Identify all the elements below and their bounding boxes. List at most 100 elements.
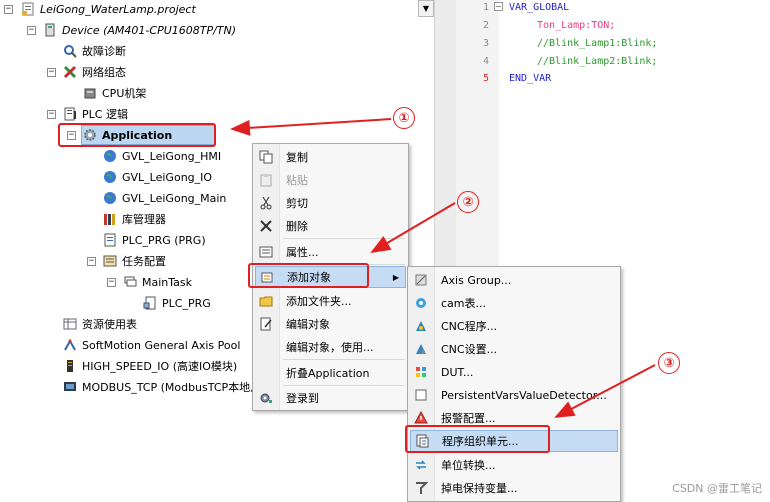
tree-item-modbus[interactable]: MODBUS_TCP (ModbusTCP本地从站) <box>62 378 276 396</box>
project-dropdown-button[interactable]: ▼ <box>418 0 434 17</box>
code-line: //Blink_Lamp1:Blink; <box>537 38 658 49</box>
annotation-number-2: ② <box>457 191 479 213</box>
tree-item-softmotion[interactable]: SoftMotion General Axis Pool <box>62 336 240 354</box>
collapse-toggle[interactable]: − <box>107 278 116 287</box>
tree-item-label: PLC_PRG (PRG) <box>122 233 206 247</box>
menu-item-collapse-application[interactable]: 折叠Application <box>255 362 369 384</box>
cnc-program-icon <box>410 315 432 337</box>
menu-item-label: 剪切 <box>286 197 308 210</box>
tree-item-gvl-hmi[interactable]: GVL_LeiGong_HMI <box>102 147 221 165</box>
line-number: 4 <box>482 56 489 67</box>
menu-item-properties[interactable]: 属性... <box>255 241 319 263</box>
tree-item-device[interactable]: Device (AM401-CPU1608TP/TN) <box>42 21 236 39</box>
tree-item-label: PLC 逻辑 <box>82 108 128 121</box>
collapse-toggle[interactable]: − <box>87 257 96 266</box>
line-number: 1 <box>482 2 489 13</box>
menu-item-unit-convert[interactable]: 单位转换... <box>410 454 496 476</box>
menu-item-cam-table[interactable]: cam表... <box>410 292 486 314</box>
menu-item-label: CNC程序... <box>441 320 498 333</box>
menu-item-cut[interactable]: 剪切 <box>255 192 308 214</box>
persistent-icon <box>410 384 432 406</box>
tree-item-label: 网络组态 <box>82 66 126 79</box>
menu-item-label: 编辑对象，使用... <box>286 341 374 354</box>
tree-item-main-task[interactable]: MainTask <box>122 273 192 291</box>
menu-item-paste[interactable]: 粘贴 <box>255 169 308 191</box>
collapse-toggle[interactable]: − <box>47 110 56 119</box>
menu-item-cnc-settings[interactable]: CNC设置... <box>410 338 497 360</box>
tree-item-label: GVL_LeiGong_IO <box>122 170 213 184</box>
menu-item-add-folder[interactable]: 添加文件夹... <box>255 290 352 312</box>
folder-icon <box>255 290 277 312</box>
variable-type: TON <box>591 20 610 31</box>
menu-item-label: 复制 <box>286 151 308 164</box>
cpu-rack-icon <box>82 85 98 101</box>
tree-item-high-speed-io[interactable]: HIGH_SPEED_IO (高速IO模块) <box>62 357 237 375</box>
menu-item-label: 折叠Application <box>286 367 370 380</box>
io-module-icon <box>62 358 78 374</box>
menu-item-login[interactable]: 登录到 <box>255 387 319 409</box>
annotation-number-1: ① <box>393 107 415 129</box>
tree-item-label: SoftMotion General Axis Pool <box>82 338 241 352</box>
tree-item-network[interactable]: 网络组态 <box>62 63 126 81</box>
menu-item-label: cam表... <box>441 297 486 310</box>
library-books-icon <box>102 211 118 227</box>
tree-item-cpu-rack[interactable]: CPU机架 <box>82 84 146 102</box>
tree-item-label: MainTask <box>142 275 192 289</box>
menu-item-icon-spacer <box>255 362 277 384</box>
menu-item-label: CNC设置... <box>441 343 498 356</box>
tree-item-resource[interactable]: 资源使用表 <box>62 315 137 333</box>
menu-item-delete[interactable]: 删除 <box>255 215 308 237</box>
menu-separator <box>283 359 405 360</box>
line-number: 3 <box>482 38 489 49</box>
tree-item-project[interactable]: LeiGong_WaterLamp.project <box>20 0 196 18</box>
tree-item-label: GVL_LeiGong_Main <box>122 191 227 205</box>
stack-icon <box>122 274 138 290</box>
project-icon <box>20 1 36 17</box>
fold-toggle[interactable]: − <box>494 2 503 11</box>
globe-icon <box>102 148 118 164</box>
tree-item-diagnosis[interactable]: 故障诊断 <box>62 42 126 60</box>
tree-item-library[interactable]: 库管理器 <box>102 210 166 228</box>
menu-item-cnc-program[interactable]: CNC程序... <box>410 315 497 337</box>
menu-item-label: 掉电保持变量... <box>441 482 518 495</box>
menu-item-copy[interactable]: 复制 <box>255 146 308 168</box>
tree-item-gvl-io[interactable]: GVL_LeiGong_IO <box>102 168 212 186</box>
tree-item-label: 资源使用表 <box>82 318 137 331</box>
annotation-number-3: ③ <box>658 352 680 374</box>
menu-item-label: 添加文件夹... <box>286 295 352 308</box>
table-icon <box>62 316 78 332</box>
tree-item-task-config[interactable]: 任务配置 <box>102 252 166 270</box>
tree-item-plc-prg-task[interactable]: PLC_PRG <box>142 294 211 312</box>
tree-item-plc-logic[interactable]: PLC 逻辑 <box>62 105 128 123</box>
tree-item-label: 任务配置 <box>122 255 166 268</box>
menu-item-label: PersistentVarsValueDetector... <box>441 388 607 402</box>
annotation-box-application <box>58 123 216 147</box>
menu-item-retain-vars[interactable]: 掉电保持变量... <box>410 477 518 499</box>
tree-item-gvl-main[interactable]: GVL_LeiGong_Main <box>102 189 226 207</box>
edit-object-icon <box>255 313 277 335</box>
tree-item-label: 故障诊断 <box>82 45 126 58</box>
device-icon <box>42 22 58 38</box>
collapse-toggle[interactable]: − <box>47 68 56 77</box>
collapse-toggle[interactable]: − <box>27 26 36 35</box>
menu-item-edit-object-with[interactable]: 编辑对象，使用... <box>255 336 374 358</box>
menu-item-axis-group[interactable]: Axis Group... <box>410 269 511 291</box>
paste-icon <box>255 169 277 191</box>
unit-convert-icon <box>410 454 432 476</box>
menu-item-label: 单位转换... <box>441 459 496 472</box>
collapse-toggle[interactable]: − <box>4 5 13 14</box>
cut-icon <box>255 192 277 214</box>
menu-item-edit-object[interactable]: 编辑对象 <box>255 313 330 335</box>
properties-icon <box>255 241 277 263</box>
variable-name: Ton_Lamp <box>537 20 586 31</box>
tree-item-label: 库管理器 <box>122 213 166 226</box>
tree-item-plc-prg[interactable]: PLC_PRG (PRG) <box>102 231 206 249</box>
tree-item-label: MODBUS_TCP (ModbusTCP本地从站) <box>82 381 277 394</box>
menu-item-label: 删除 <box>286 220 308 233</box>
menu-item-persistent-vars[interactable]: PersistentVarsValueDetector... <box>410 384 607 406</box>
menu-item-dut[interactable]: DUT... <box>410 361 473 383</box>
menu-item-label: Axis Group... <box>441 273 512 287</box>
tree-item-label: LeiGong_WaterLamp.project <box>40 2 196 16</box>
line-number: 5 <box>482 73 489 84</box>
cnc-settings-icon <box>410 338 432 360</box>
